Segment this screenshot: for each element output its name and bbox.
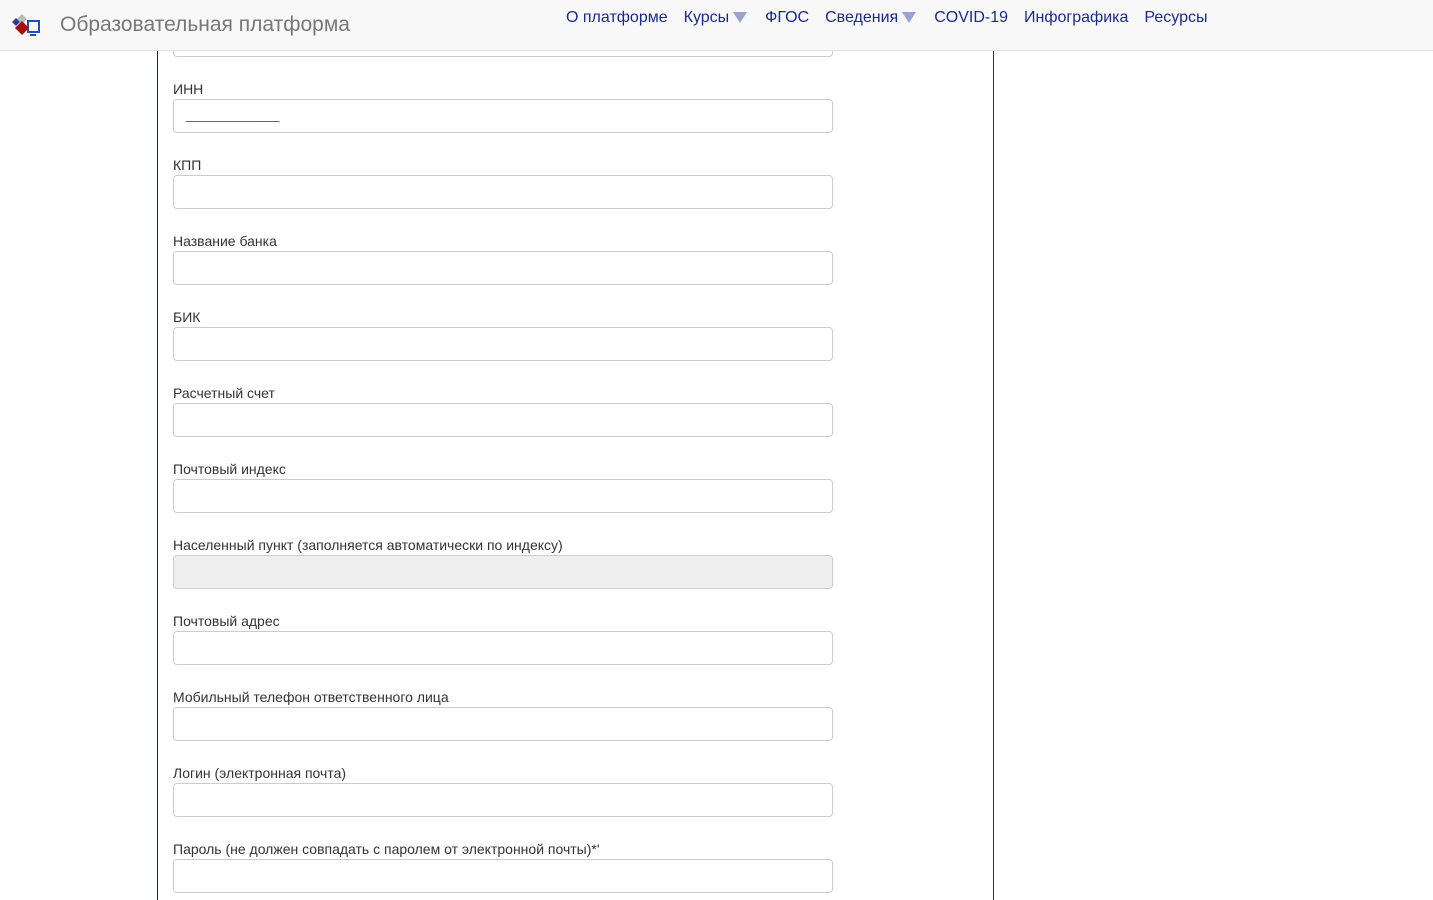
- locality-input: [173, 555, 833, 589]
- main-nav: О платформе Курсы ФГОС Сведения COVID-19…: [566, 9, 1223, 27]
- bik-field: БИК: [173, 308, 833, 361]
- postal-address-input[interactable]: [173, 631, 833, 665]
- kpp-input[interactable]: [173, 175, 833, 209]
- nav-courses[interactable]: Курсы: [684, 9, 730, 27]
- inn-label: ИНН: [173, 81, 204, 97]
- bank-name-label: Название банка: [173, 233, 277, 249]
- kpp-label: КПП: [173, 157, 202, 173]
- nav-covid[interactable]: COVID-19: [934, 9, 1008, 27]
- password-field: Пароль (не должен совпадать с паролем от…: [173, 840, 833, 893]
- account-field: Расчетный счет: [173, 384, 833, 437]
- inn-field: ИНН ____________: [173, 80, 833, 133]
- top-navbar: Образовательная платформа О платформе Ку…: [0, 0, 1433, 51]
- brand-title[interactable]: Образовательная платформа: [60, 13, 350, 37]
- bik-label: БИК: [173, 309, 201, 325]
- nav-resources[interactable]: Ресурсы: [1144, 9, 1207, 27]
- account-label: Расчетный счет: [173, 385, 275, 401]
- postal-index-field: Почтовый индекс: [173, 460, 833, 513]
- password-input[interactable]: [173, 859, 833, 893]
- nav-about[interactable]: О платформе: [566, 9, 668, 27]
- bank-name-input[interactable]: [173, 251, 833, 285]
- password-label: Пароль (не должен совпадать с паролем от…: [173, 841, 600, 857]
- mobile-phone-label: Мобильный телефон ответственного лица: [173, 689, 449, 705]
- locality-field: Населенный пункт (заполняется автоматиче…: [173, 536, 833, 589]
- registration-form: ИНН ____________ КПП Название банка БИК Расче…: [157, 0, 994, 900]
- info-dropdown-icon[interactable]: [902, 11, 917, 23]
- account-input[interactable]: [173, 403, 833, 437]
- mobile-phone-field: Мобильный телефон ответственного лица: [173, 688, 833, 741]
- nav-infographics[interactable]: Инфографика: [1024, 9, 1128, 27]
- mobile-phone-input[interactable]: [173, 707, 833, 741]
- postal-index-input[interactable]: [173, 479, 833, 513]
- postal-address-field: Почтовый адрес: [173, 612, 833, 665]
- login-email-field: Логин (электронная почта): [173, 764, 833, 817]
- locality-label: Населенный пункт (заполняется автоматиче…: [173, 537, 563, 553]
- bank-name-field: Название банка: [173, 232, 833, 285]
- postal-index-label: Почтовый индекс: [173, 461, 286, 477]
- nav-fgos[interactable]: ФГОС: [765, 9, 809, 27]
- bik-input[interactable]: [173, 327, 833, 361]
- nav-info[interactable]: Сведения: [825, 9, 898, 27]
- kpp-field: КПП: [173, 156, 833, 209]
- login-email-input[interactable]: [173, 783, 833, 817]
- platform-logo-icon[interactable]: [10, 12, 40, 42]
- login-email-label: Логин (электронная почта): [173, 765, 347, 781]
- postal-address-label: Почтовый адрес: [173, 613, 280, 629]
- inn-input[interactable]: ____________: [173, 99, 833, 133]
- courses-dropdown-icon[interactable]: [733, 11, 748, 23]
